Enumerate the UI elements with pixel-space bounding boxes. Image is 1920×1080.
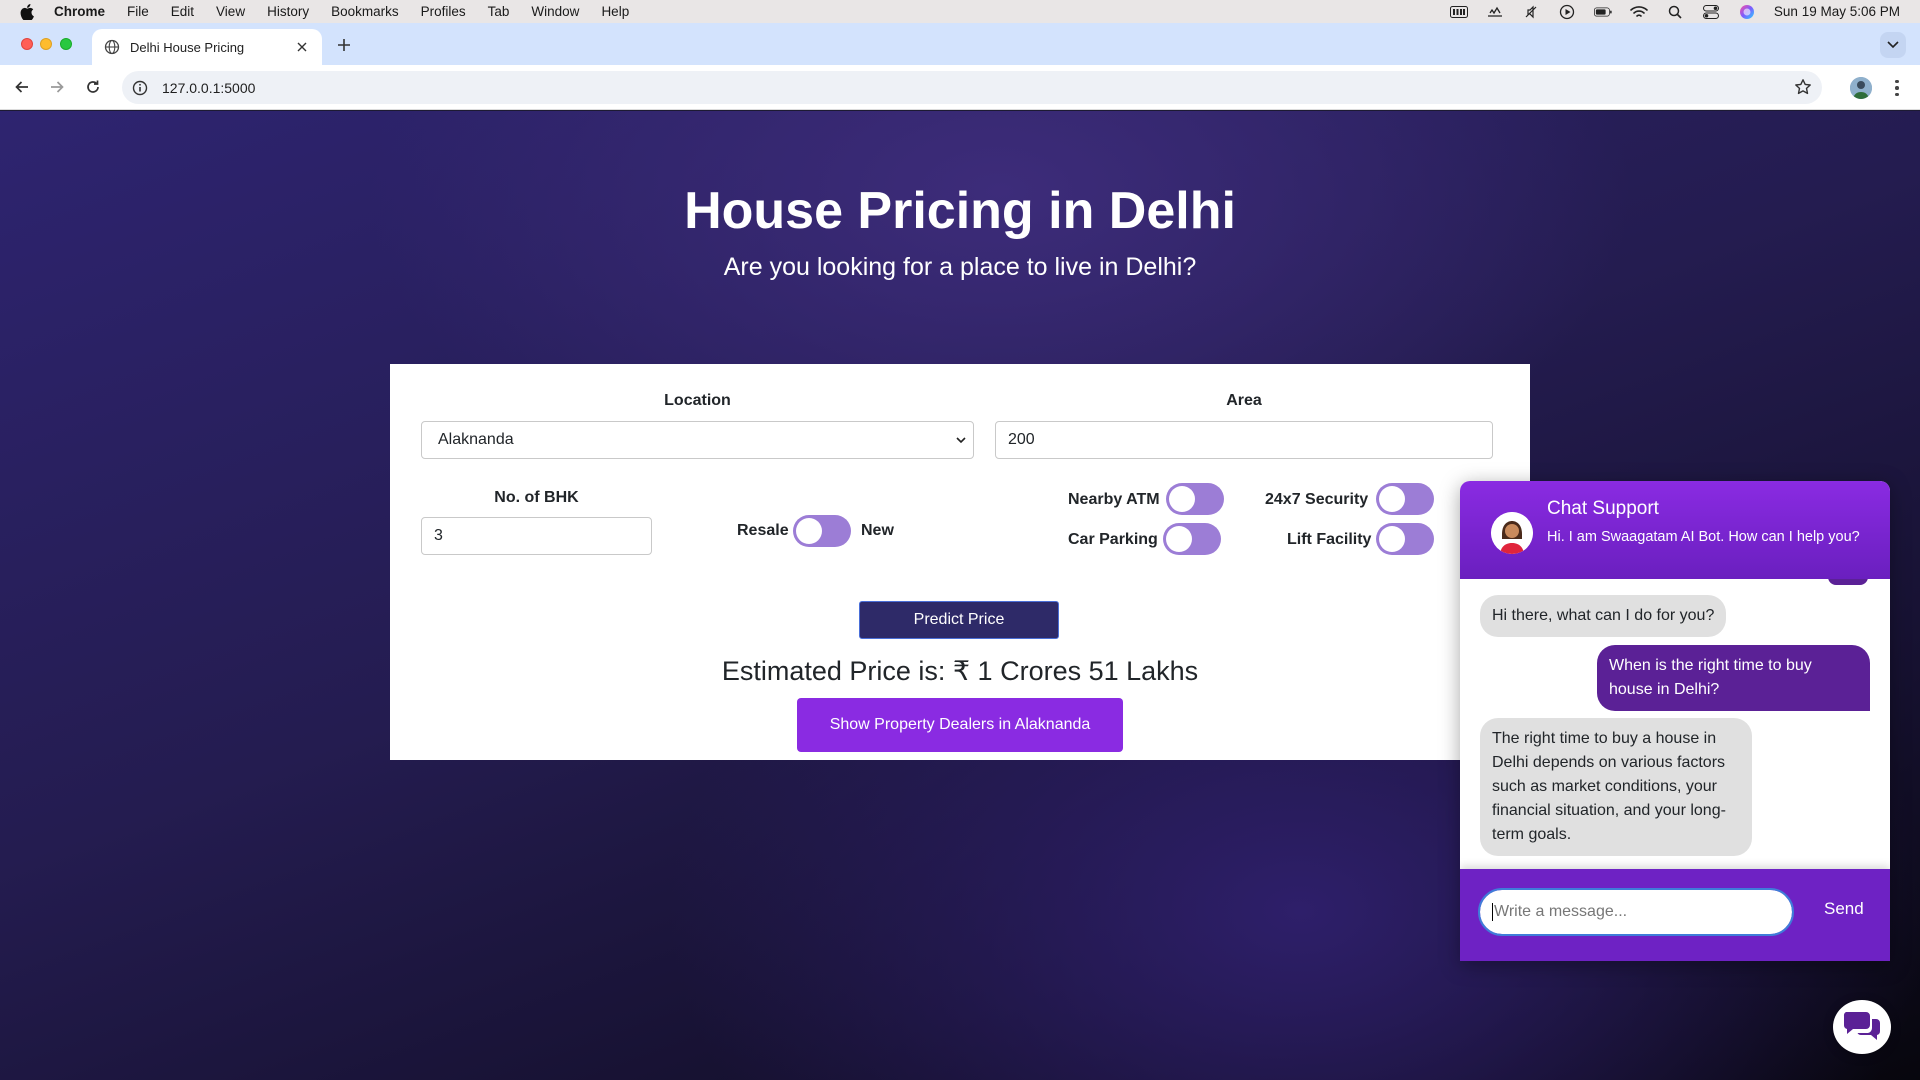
window-minimize-button[interactable] xyxy=(40,38,52,50)
url-text[interactable]: 127.0.0.1:5000 xyxy=(162,80,255,96)
chat-send-button[interactable]: Send xyxy=(1824,899,1864,919)
tab-search-button[interactable] xyxy=(1880,32,1906,58)
menubar-clock[interactable]: Sun 19 May 5:06 PM xyxy=(1774,4,1900,19)
lift-toggle[interactable] xyxy=(1376,523,1434,555)
battery-icon[interactable] xyxy=(1593,5,1612,19)
wifi-icon[interactable] xyxy=(1630,5,1648,19)
location-label: Location xyxy=(664,392,731,409)
chat-message-bot: The right time to buy a house in Delhi d… xyxy=(1480,718,1752,856)
previous-message-stub xyxy=(1828,579,1868,585)
site-info-icon[interactable] xyxy=(132,80,148,96)
control-center-icon[interactable] xyxy=(1702,4,1720,19)
forward-arrow-icon[interactable] xyxy=(45,75,69,99)
prediction-form-card: Location Alaknanda Area 200 No. of BHK 3… xyxy=(390,364,1530,760)
globe-icon xyxy=(104,39,120,55)
bookmark-star-icon[interactable] xyxy=(1794,78,1812,96)
location-select[interactable]: Alaknanda xyxy=(421,421,974,459)
address-bar[interactable]: 127.0.0.1:5000 xyxy=(122,71,1822,104)
area-input[interactable]: 200 xyxy=(995,421,1493,459)
browser-tabstrip: Delhi House Pricing xyxy=(0,23,1920,65)
window-zoom-button[interactable] xyxy=(60,38,72,50)
car-parking-label: Car Parking xyxy=(1068,531,1158,548)
play-icon[interactable] xyxy=(1558,4,1576,19)
area-label: Area xyxy=(1226,392,1262,409)
chat-message-input[interactable]: Write a message... xyxy=(1478,888,1794,936)
browser-menu-icon[interactable] xyxy=(1887,77,1907,99)
page-subtitle: Are you looking for a place to live in D… xyxy=(723,253,1197,281)
page-content: House Pricing in Delhi Are you looking f… xyxy=(0,111,1920,1080)
back-arrow-icon[interactable] xyxy=(10,75,34,99)
search-icon[interactable] xyxy=(1666,5,1684,19)
nearby-atm-toggle[interactable] xyxy=(1166,483,1224,515)
menu-file[interactable]: File xyxy=(127,4,149,19)
menu-tab[interactable]: Tab xyxy=(488,4,510,19)
chat-messages: Hi there, what can I do for you? When is… xyxy=(1460,579,1890,869)
bhk-value: 3 xyxy=(434,527,443,544)
resale-new-toggle[interactable] xyxy=(793,515,851,547)
area-value: 200 xyxy=(1008,431,1035,448)
menu-app-chrome[interactable]: Chrome xyxy=(54,4,105,19)
mute-icon[interactable] xyxy=(1522,5,1540,19)
lift-label: Lift Facility xyxy=(1287,531,1372,548)
chat-input-placeholder: Write a message... xyxy=(1494,903,1628,920)
window-close-button[interactable] xyxy=(21,38,33,50)
browser-toolbar: 127.0.0.1:5000 xyxy=(0,65,1920,110)
new-tab-button[interactable] xyxy=(334,35,354,55)
menu-profiles[interactable]: Profiles xyxy=(421,4,466,19)
siri-icon[interactable] xyxy=(1738,4,1756,19)
menu-history[interactable]: History xyxy=(267,4,309,19)
memory-icon[interactable] xyxy=(1449,5,1468,19)
chat-title: Chat Support xyxy=(1547,498,1659,519)
security-label: 24x7 Security xyxy=(1265,491,1369,508)
bot-avatar xyxy=(1491,512,1533,554)
text-caret xyxy=(1492,903,1493,921)
new-label: New xyxy=(861,522,894,539)
chat-footer: Write a message... Send xyxy=(1460,869,1890,961)
profile-avatar[interactable] xyxy=(1850,77,1872,99)
macos-menubar: Chrome File Edit View History Bookmarks … xyxy=(0,0,1920,23)
weather-icon[interactable] xyxy=(1486,5,1504,19)
tab-close-icon[interactable] xyxy=(294,39,310,55)
status-area: Sun 19 May 5:06 PM xyxy=(1449,0,1900,23)
bhk-input[interactable]: 3 xyxy=(421,517,652,555)
menu-help[interactable]: Help xyxy=(601,4,629,19)
page-title: House Pricing in Delhi xyxy=(684,182,1236,240)
chat-support-panel: Chat Support Hi. I am Swaagatam AI Bot. … xyxy=(1460,481,1890,961)
estimated-price-text: Estimated Price is: ₹ 1 Crores 51 Lakhs xyxy=(721,656,1199,686)
show-dealers-button[interactable]: Show Property Dealers in Alaknanda xyxy=(797,698,1123,752)
chat-bubbles-icon xyxy=(1842,1008,1882,1047)
chat-launcher-button[interactable] xyxy=(1833,1000,1891,1054)
predict-price-button[interactable]: Predict Price xyxy=(859,601,1059,639)
car-parking-toggle[interactable] xyxy=(1163,523,1221,555)
resale-label: Resale xyxy=(737,522,789,539)
tab-title: Delhi House Pricing xyxy=(130,39,245,55)
bhk-label: No. of BHK xyxy=(494,489,579,506)
chat-greeting: Hi. I am Swaagatam AI Bot. How can I hel… xyxy=(1547,529,1860,545)
menu-edit[interactable]: Edit xyxy=(171,4,194,19)
menu-window[interactable]: Window xyxy=(531,4,579,19)
menu-bookmarks[interactable]: Bookmarks xyxy=(331,4,399,19)
chevron-down-icon xyxy=(955,434,967,446)
security-toggle[interactable] xyxy=(1376,483,1434,515)
chat-header: Chat Support Hi. I am Swaagatam AI Bot. … xyxy=(1460,481,1890,579)
nearby-atm-label: Nearby ATM xyxy=(1068,491,1160,508)
chat-message-user: When is the right time to buy house in D… xyxy=(1597,645,1870,711)
location-selected-value: Alaknanda xyxy=(438,431,514,448)
chat-message-bot: Hi there, what can I do for you? xyxy=(1480,595,1727,637)
reload-icon[interactable] xyxy=(81,75,105,99)
apple-icon[interactable] xyxy=(20,3,36,20)
menu-view[interactable]: View xyxy=(216,4,245,19)
browser-tab-active[interactable]: Delhi House Pricing xyxy=(92,29,322,65)
